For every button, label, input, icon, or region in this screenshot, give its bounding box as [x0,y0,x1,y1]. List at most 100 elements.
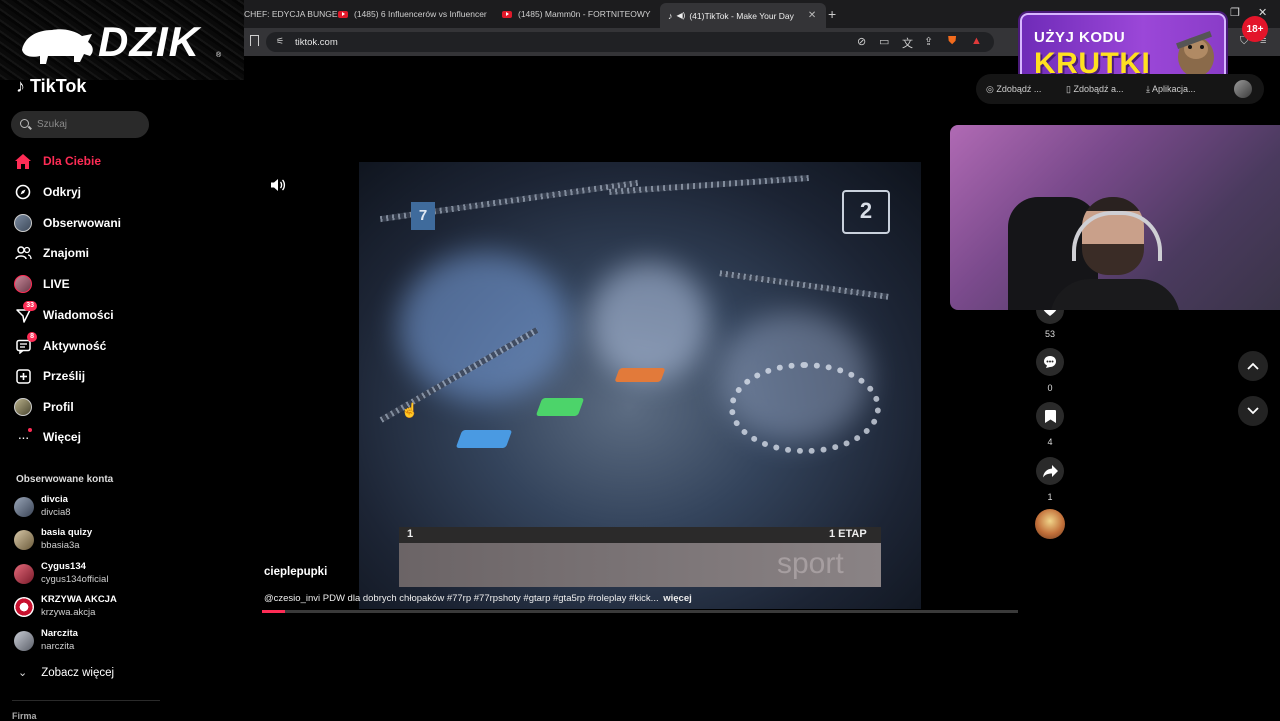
tiktok-logo[interactable]: ♪ TikTok [16,76,86,97]
nav-item-live[interactable]: LIVE [14,272,214,296]
followed-account[interactable]: Cygus134 cygus134official [14,560,214,588]
search-icon[interactable] [20,119,29,128]
share-button[interactable] [1036,457,1064,485]
previous-video-button[interactable] [1238,351,1268,381]
account-handle: krzywa.akcja [41,607,96,618]
stage-light [589,262,709,382]
volume-button[interactable] [270,178,286,197]
comment-button[interactable] [1036,348,1064,376]
restore-window-icon[interactable]: ❐ [1230,6,1240,19]
activity-icon: 8 [14,332,37,355]
stage-light [399,252,569,402]
get-app-link[interactable]: ▯ Zdobądź a... [1066,84,1124,95]
followed-accounts-title: Obserwowane konta [16,474,114,485]
boar-mascot-icon [1176,31,1214,77]
upload-icon [14,367,32,385]
boar-logo-icon [22,29,93,64]
channel-logo: 2 [842,190,890,234]
registered-mark: ® [216,52,222,59]
tracking-off-icon[interactable]: ⊘ [857,35,866,48]
age-rating-badge: 18+ [1242,16,1268,42]
caption-text: @czesio_invi PDW dla dobrych chłopaków #… [264,593,659,604]
nav-item-friends[interactable]: Znajomi [14,241,214,265]
desktop-app-link[interactable]: ⤓ Aplikacja... [1146,84,1196,95]
bookmark-button[interactable] [1036,402,1064,430]
account-name: Narczita [41,628,78,639]
followed-account[interactable]: KRZYWA AKCJA krzywa.akcja [14,593,214,621]
followed-account[interactable]: basia quizy bbasia3a [14,526,214,554]
browser-tab[interactable]: (1485) Mamm0n - FORTNITEOWY TU [502,4,652,24]
avatar [14,497,34,517]
mouse-cursor-icon: ☝ [401,402,419,418]
nav-item-upload[interactable]: Prześlij [14,364,214,388]
speaker-icon [271,179,286,191]
nav-item-explore[interactable]: Odkryj [14,180,214,204]
nav-label: Profil [43,400,74,414]
nav-label: Dla Ciebie [43,154,102,168]
account-name: KRZYWA AKCJA [41,594,117,605]
video-author[interactable]: cieplepupki [264,566,327,578]
bookmark-icon[interactable] [250,35,259,46]
nav-label: Aktywność [43,339,107,353]
tiktok-icon: ♪ [668,10,673,21]
share-icon [1042,464,1058,477]
brand-wordmark: DZIK [98,18,200,65]
next-video-button[interactable] [1238,396,1268,426]
browser-tab[interactable]: (1485) 6 Influencerów vs Influencer p [338,4,488,24]
nav-label: Znajomi [43,246,90,260]
account-handle: cygus134official [41,574,109,585]
followed-account[interactable]: divcia divcia8 [14,493,214,521]
nav-item-messages[interactable]: 33 Wiadomości [14,301,214,327]
browser-tab[interactable]: CHEF: EDYCJA BUNGE [244,4,338,24]
logo-text: TikTok [30,76,87,96]
caption-more-link[interactable]: więcej [663,593,692,604]
nav-item-profile[interactable]: Profil [14,395,214,419]
nav-item-more[interactable]: ··· Więcej [14,425,214,449]
close-tab-icon[interactable]: ✕ [808,10,816,21]
nav-item-for-you[interactable]: Dla Ciebie [14,149,214,173]
browser-tab-active[interactable]: ♪ ◀) (41)TikTok - Make Your Day ✕ [660,3,826,28]
nav-item-following[interactable]: Obserwowani [14,211,214,235]
nav-item-activity[interactable]: 8 Aktywność [14,332,214,358]
translate-icon[interactable]: 文 [902,35,913,51]
share-page-icon[interactable]: ⇪ [924,35,933,48]
tab-title: (41)TikTok - Make Your Day [689,10,794,21]
avatar [14,631,34,651]
nav-label: Wiadomości [43,308,114,322]
lower-third-number: 1 [407,528,414,540]
see-more-label: Zobacz więcej [41,666,115,679]
new-tab-button[interactable]: + [828,6,836,22]
tiktok-icon: ♪ [16,76,25,96]
live-avatar-icon [14,275,32,293]
truss [609,175,809,195]
tab-title: (1485) 6 Influencerów vs Influencer p [354,9,488,19]
webcam-overlay [950,125,1280,310]
video-player[interactable]: 7 2 1 1 ETAP sport [359,162,921,609]
comment-count: 0 [1047,383,1053,393]
brand-overlay: DZIK ® [0,0,244,80]
account-handle: narczita [41,641,75,652]
cast-icon[interactable]: ▭ [879,35,889,48]
brave-shield-icon[interactable]: ⛊ [948,35,956,48]
chevron-up-icon [1247,362,1259,370]
compass-icon [14,183,32,201]
activity-badge: 8 [27,332,37,342]
see-more-button[interactable]: ⌄ Zobacz więcej [18,666,115,680]
video-progress-bar[interactable] [262,610,1018,613]
user-avatar[interactable] [1234,80,1252,98]
search-input[interactable] [37,117,137,131]
account-handle: divcia8 [41,507,71,518]
account-name: divcia [41,494,68,505]
profile-avatar-icon [14,398,32,416]
lower-third-stage: 1 ETAP [829,528,867,540]
rewards-icon[interactable]: ▲ [971,35,982,47]
following-avatar-icon [14,214,32,232]
followed-account[interactable]: Narczita narczita [14,627,214,655]
share-count: 1 [1047,492,1053,502]
creator-avatar[interactable] [1035,509,1065,539]
url-text[interactable]: tiktok.com [295,37,338,48]
stage-table [535,398,585,416]
site-info-icon[interactable]: ⚟ [276,36,284,47]
get-coins-link[interactable]: ◎ Zdobądź ... [986,84,1041,95]
avatar [14,564,34,584]
